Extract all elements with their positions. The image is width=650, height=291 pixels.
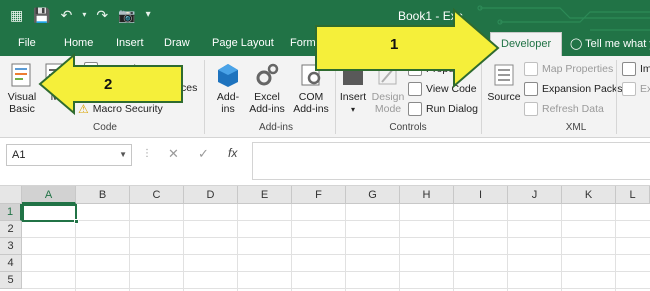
row-header[interactable]: 1 — [0, 204, 22, 221]
insert-dropdown-icon: ▾ — [350, 105, 355, 114]
import-label: Im — [640, 63, 650, 75]
visual-basic-label-2: Basic — [9, 103, 35, 115]
excel-addins-label-1: Excel — [254, 91, 280, 103]
column-header[interactable]: A — [22, 186, 76, 204]
insert-function-button[interactable]: fx — [228, 146, 237, 160]
insert-control-label: Insert — [339, 91, 367, 103]
row-header[interactable]: 2 — [0, 221, 22, 238]
export-label: Ex — [640, 83, 650, 95]
tell-me-label: Tell me what y — [585, 38, 650, 50]
group-separator — [616, 60, 617, 134]
name-box-dropdown-icon[interactable]: ▼ — [119, 150, 127, 159]
formula-bar: A1 ▼ ⋮ ✕ ✓ fx — [0, 138, 650, 186]
source-label: Source — [487, 91, 521, 103]
column-header[interactable]: I — [454, 186, 508, 204]
visual-basic-button[interactable]: Visual Basic — [4, 62, 40, 115]
camera-icon[interactable]: 📷 — [118, 7, 135, 23]
worksheet-grid: A B C D E F G H I J K L 1 2 3 4 5 — [0, 186, 650, 291]
tab-insert[interactable]: Insert — [116, 37, 144, 49]
row-header[interactable]: 5 — [0, 272, 22, 289]
column-header[interactable]: K — [562, 186, 616, 204]
row-header[interactable]: 3 — [0, 238, 22, 255]
fill-handle[interactable] — [74, 219, 79, 224]
undo-icon[interactable]: ↶ — [61, 7, 73, 23]
run-dialog-button[interactable]: Run Dialog — [408, 102, 478, 116]
group-separator — [204, 60, 205, 134]
callout-number-1: 1 — [390, 36, 399, 53]
import-button[interactable]: Im — [622, 62, 650, 76]
column-header[interactable]: E — [238, 186, 292, 204]
expansion-packs-label: Expansion Packs — [542, 83, 623, 95]
refresh-data-button[interactable]: Refresh Data — [524, 102, 604, 116]
visual-basic-label-1: Visual — [7, 91, 37, 103]
com-addins-label-2: Add-ins — [293, 103, 329, 115]
run-dialog-label: Run Dialog — [426, 103, 478, 115]
tell-me-box[interactable]: ◯ Tell me what y — [570, 37, 650, 50]
group-label-xml: XML — [565, 122, 587, 133]
group-label-code: Code — [93, 122, 117, 133]
formula-input[interactable] — [252, 142, 650, 180]
visual-basic-icon — [11, 63, 31, 87]
addins-button[interactable]: Add- ins — [210, 62, 246, 115]
cancel-entry-button[interactable]: ✕ — [168, 146, 179, 162]
lightbulb-icon: ◯ — [570, 38, 583, 50]
column-header[interactable]: F — [292, 186, 346, 204]
undo-dropdown-icon[interactable]: ▾ — [82, 7, 86, 23]
select-all-button[interactable] — [0, 186, 22, 204]
gear-icon — [256, 63, 279, 86]
cell-area[interactable] — [22, 204, 650, 291]
design-mode-label-1: Design — [371, 91, 405, 103]
addins-icon — [218, 64, 238, 87]
refresh-data-label: Refresh Data — [542, 103, 604, 115]
addins-label-1: Add- — [216, 91, 240, 103]
column-header[interactable]: G — [346, 186, 400, 204]
tab-file[interactable]: File — [18, 37, 36, 49]
column-header[interactable]: C — [130, 186, 184, 204]
tab-draw[interactable]: Draw — [164, 37, 190, 49]
quick-access-toolbar: ▦ 💾 ↶ ▾ ↷ 📷 ▾ — [10, 7, 151, 23]
map-properties-label: Map Properties — [542, 63, 614, 75]
expansion-packs-button[interactable]: Expansion Packs — [524, 82, 623, 96]
column-header[interactable]: J — [508, 186, 562, 204]
com-addins-label-1: COM — [298, 91, 324, 103]
export-button[interactable]: Ex — [622, 82, 650, 96]
column-header[interactable]: L — [616, 186, 650, 204]
callout-arrow-1 — [315, 8, 500, 89]
export-icon — [622, 82, 636, 96]
redo-icon[interactable]: ↷ — [96, 7, 108, 23]
row-header[interactable]: 4 — [0, 255, 22, 272]
active-cell-a1[interactable] — [22, 204, 77, 222]
addins-label-2: ins — [221, 103, 235, 115]
expansion-packs-icon — [524, 82, 538, 96]
column-header[interactable]: B — [76, 186, 130, 204]
column-header[interactable]: H — [400, 186, 454, 204]
tab-home[interactable]: Home — [64, 37, 93, 49]
map-properties-button[interactable]: Map Properties — [524, 62, 613, 76]
run-dialog-icon — [408, 102, 422, 116]
callout-number-2: 2 — [104, 76, 113, 93]
formula-bar-grip-icon[interactable]: ⋮ — [142, 148, 153, 159]
save-icon[interactable]: 💾 — [33, 7, 50, 23]
design-mode-label-2: Mode — [374, 103, 402, 115]
column-header[interactable]: D — [184, 186, 238, 204]
name-box[interactable]: A1 ▼ — [6, 144, 132, 166]
import-icon — [622, 62, 636, 76]
excel-logo-icon: ▦ — [10, 7, 24, 23]
excel-addins-label-2: Add-ins — [249, 103, 285, 115]
customize-qat-icon[interactable]: ▾ — [146, 7, 151, 23]
map-properties-icon — [524, 62, 538, 76]
enter-entry-button[interactable]: ✓ — [198, 146, 209, 162]
name-box-value: A1 — [12, 149, 26, 161]
group-label-addins: Add-ins — [259, 122, 293, 133]
group-label-controls: Controls — [389, 122, 427, 133]
tab-page-layout[interactable]: Page Layout — [212, 37, 274, 49]
excel-addins-button[interactable]: Excel Add-ins — [246, 62, 288, 115]
refresh-data-icon — [524, 102, 538, 116]
